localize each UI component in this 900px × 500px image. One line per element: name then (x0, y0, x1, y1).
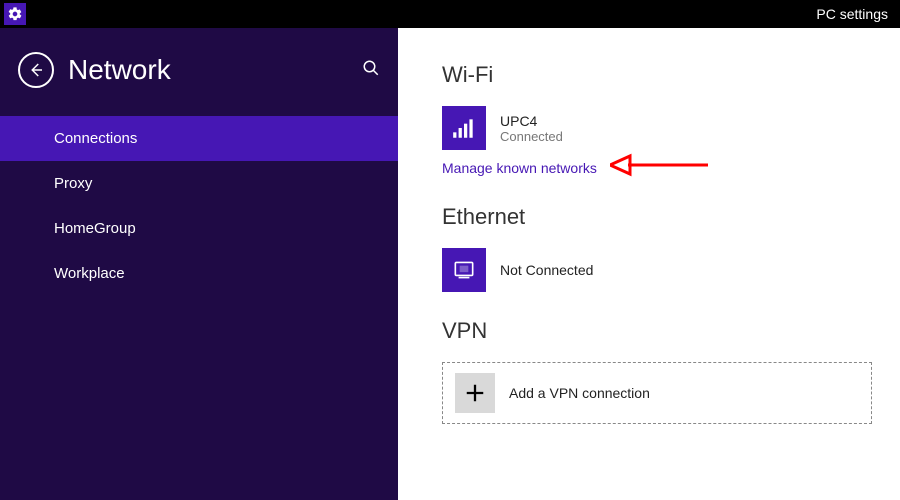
sidebar-item-proxy[interactable]: Proxy (0, 161, 398, 206)
ethernet-heading: Ethernet (442, 204, 872, 230)
sidebar-item-workplace[interactable]: Workplace (0, 251, 398, 296)
add-vpn-button[interactable]: Add a VPN connection (442, 362, 872, 424)
search-button[interactable] (362, 59, 380, 82)
app-title: PC settings (816, 6, 888, 22)
sidebar: Network Connections Proxy HomeGroup Work… (0, 28, 398, 500)
nav-list: Connections Proxy HomeGroup Workplace (0, 116, 398, 296)
gear-icon (4, 3, 26, 25)
add-vpn-label: Add a VPN connection (509, 385, 650, 401)
page-title: Network (68, 54, 362, 86)
wifi-heading: Wi-Fi (442, 62, 872, 88)
wifi-connection-row[interactable]: UPC4 Connected (442, 106, 872, 150)
sidebar-item-homegroup[interactable]: HomeGroup (0, 206, 398, 251)
sidebar-header: Network (0, 52, 398, 116)
plus-icon (455, 373, 495, 413)
vpn-heading: VPN (442, 318, 872, 344)
ethernet-icon (442, 248, 486, 292)
content-pane: Wi-Fi UPC4 Connected Manage known networ… (398, 28, 900, 500)
sidebar-item-connections[interactable]: Connections (0, 116, 398, 161)
ethernet-connection-row[interactable]: Not Connected (442, 248, 872, 292)
manage-networks-link[interactable]: Manage known networks (442, 160, 597, 176)
wifi-signal-icon (442, 106, 486, 150)
wifi-labels: UPC4 Connected (500, 113, 563, 144)
ethernet-status: Not Connected (500, 262, 593, 278)
arrow-left-icon (27, 61, 45, 79)
wifi-network-name: UPC4 (500, 113, 563, 129)
search-icon (362, 59, 380, 77)
titlebar: PC settings (0, 0, 900, 28)
back-button[interactable] (18, 52, 54, 88)
wifi-status: Connected (500, 129, 563, 144)
